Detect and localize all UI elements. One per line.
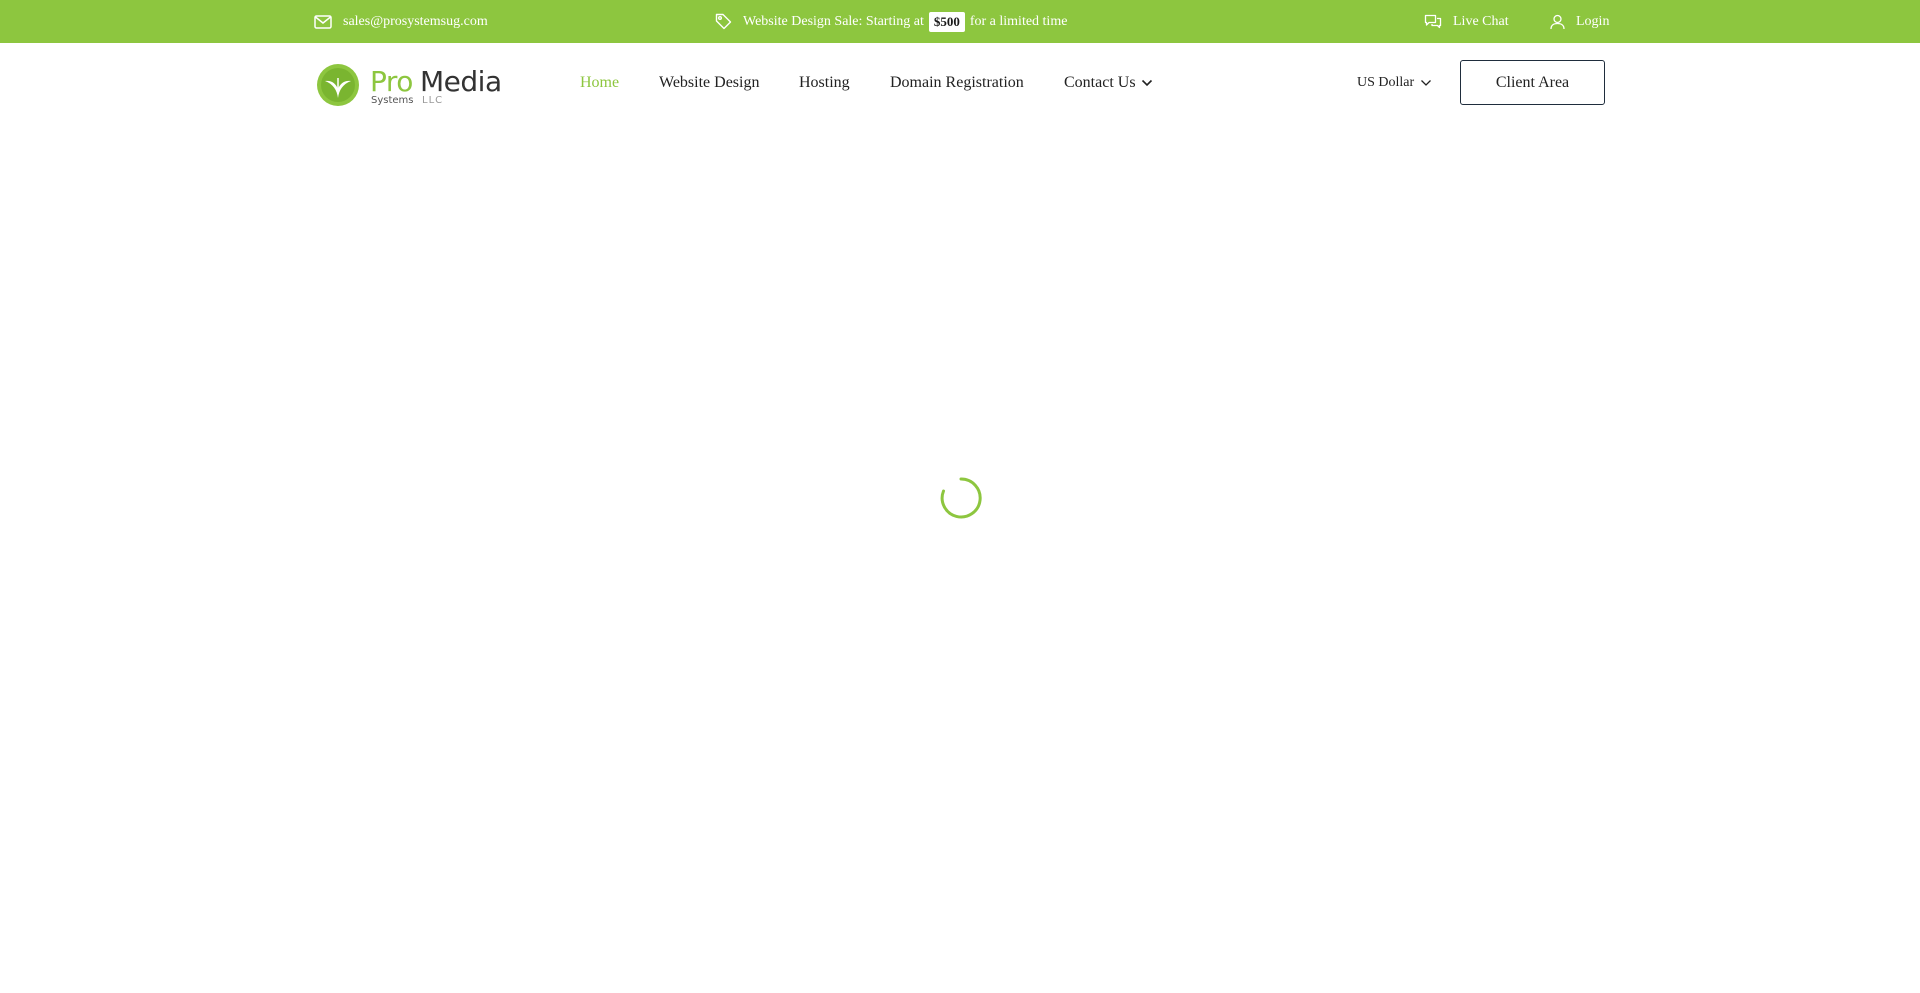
nav-item-domain-registration[interactable]: Domain Registration [890,43,1024,123]
currency-selector[interactable]: US Dollar [1357,43,1432,123]
live-chat-link[interactable]: Live Chat [1424,0,1509,43]
loading-spinner-icon [940,477,982,519]
tag-icon [715,13,732,30]
logo-wordmark: Pro Media Systems LLC [370,61,510,109]
nav-website-design-link[interactable]: Website Design [659,74,759,92]
email-link[interactable]: sales@prosystemsug.com [343,14,488,30]
envelope-icon [314,14,332,29]
nav-item-home[interactable]: Home [580,43,619,123]
currency-label: US Dollar [1357,75,1415,90]
nav-item-website-design[interactable]: Website Design [659,43,759,123]
top-bar-email[interactable]: sales@prosystemsug.com [314,0,488,43]
promo-price-badge: $500 [928,11,965,32]
logo-word-media: Media [420,65,502,98]
login-label[interactable]: Login [1576,14,1609,30]
site-logo[interactable]: Pro Media Systems LLC [316,61,511,109]
nav-item-contact-us[interactable]: Contact Us [1064,43,1153,123]
nav-domain-registration-link[interactable]: Domain Registration [890,74,1024,92]
promo-banner: Website Design Sale: Starting at $500 fo… [715,0,1067,43]
chat-icon [1424,14,1442,29]
promo-text: Website Design Sale: Starting at [743,13,924,29]
nav-contact-us-link[interactable]: Contact Us [1064,74,1136,92]
nav-item-hosting[interactable]: Hosting [799,43,850,123]
promo-suffix: for a limited time [969,13,1068,29]
top-bar: sales@prosystemsug.com Website Design Sa… [0,0,1920,43]
main-header: Pro Media Systems LLC Home Website Desig… [0,43,1920,123]
nav-hosting-link[interactable]: Hosting [799,74,850,92]
client-area-button[interactable]: Client Area [1460,60,1605,105]
logo-word-systems: Systems [371,95,414,106]
chevron-down-icon [1141,79,1153,87]
logo-word-pro: Pro [370,65,413,98]
user-icon [1550,14,1565,30]
chevron-down-icon [1420,79,1432,87]
logo-mark-icon [317,64,359,106]
live-chat-label[interactable]: Live Chat [1453,14,1509,30]
login-link[interactable]: Login [1550,0,1609,43]
nav-home-link[interactable]: Home [580,74,619,92]
logo-word-llc: LLC [422,95,444,106]
